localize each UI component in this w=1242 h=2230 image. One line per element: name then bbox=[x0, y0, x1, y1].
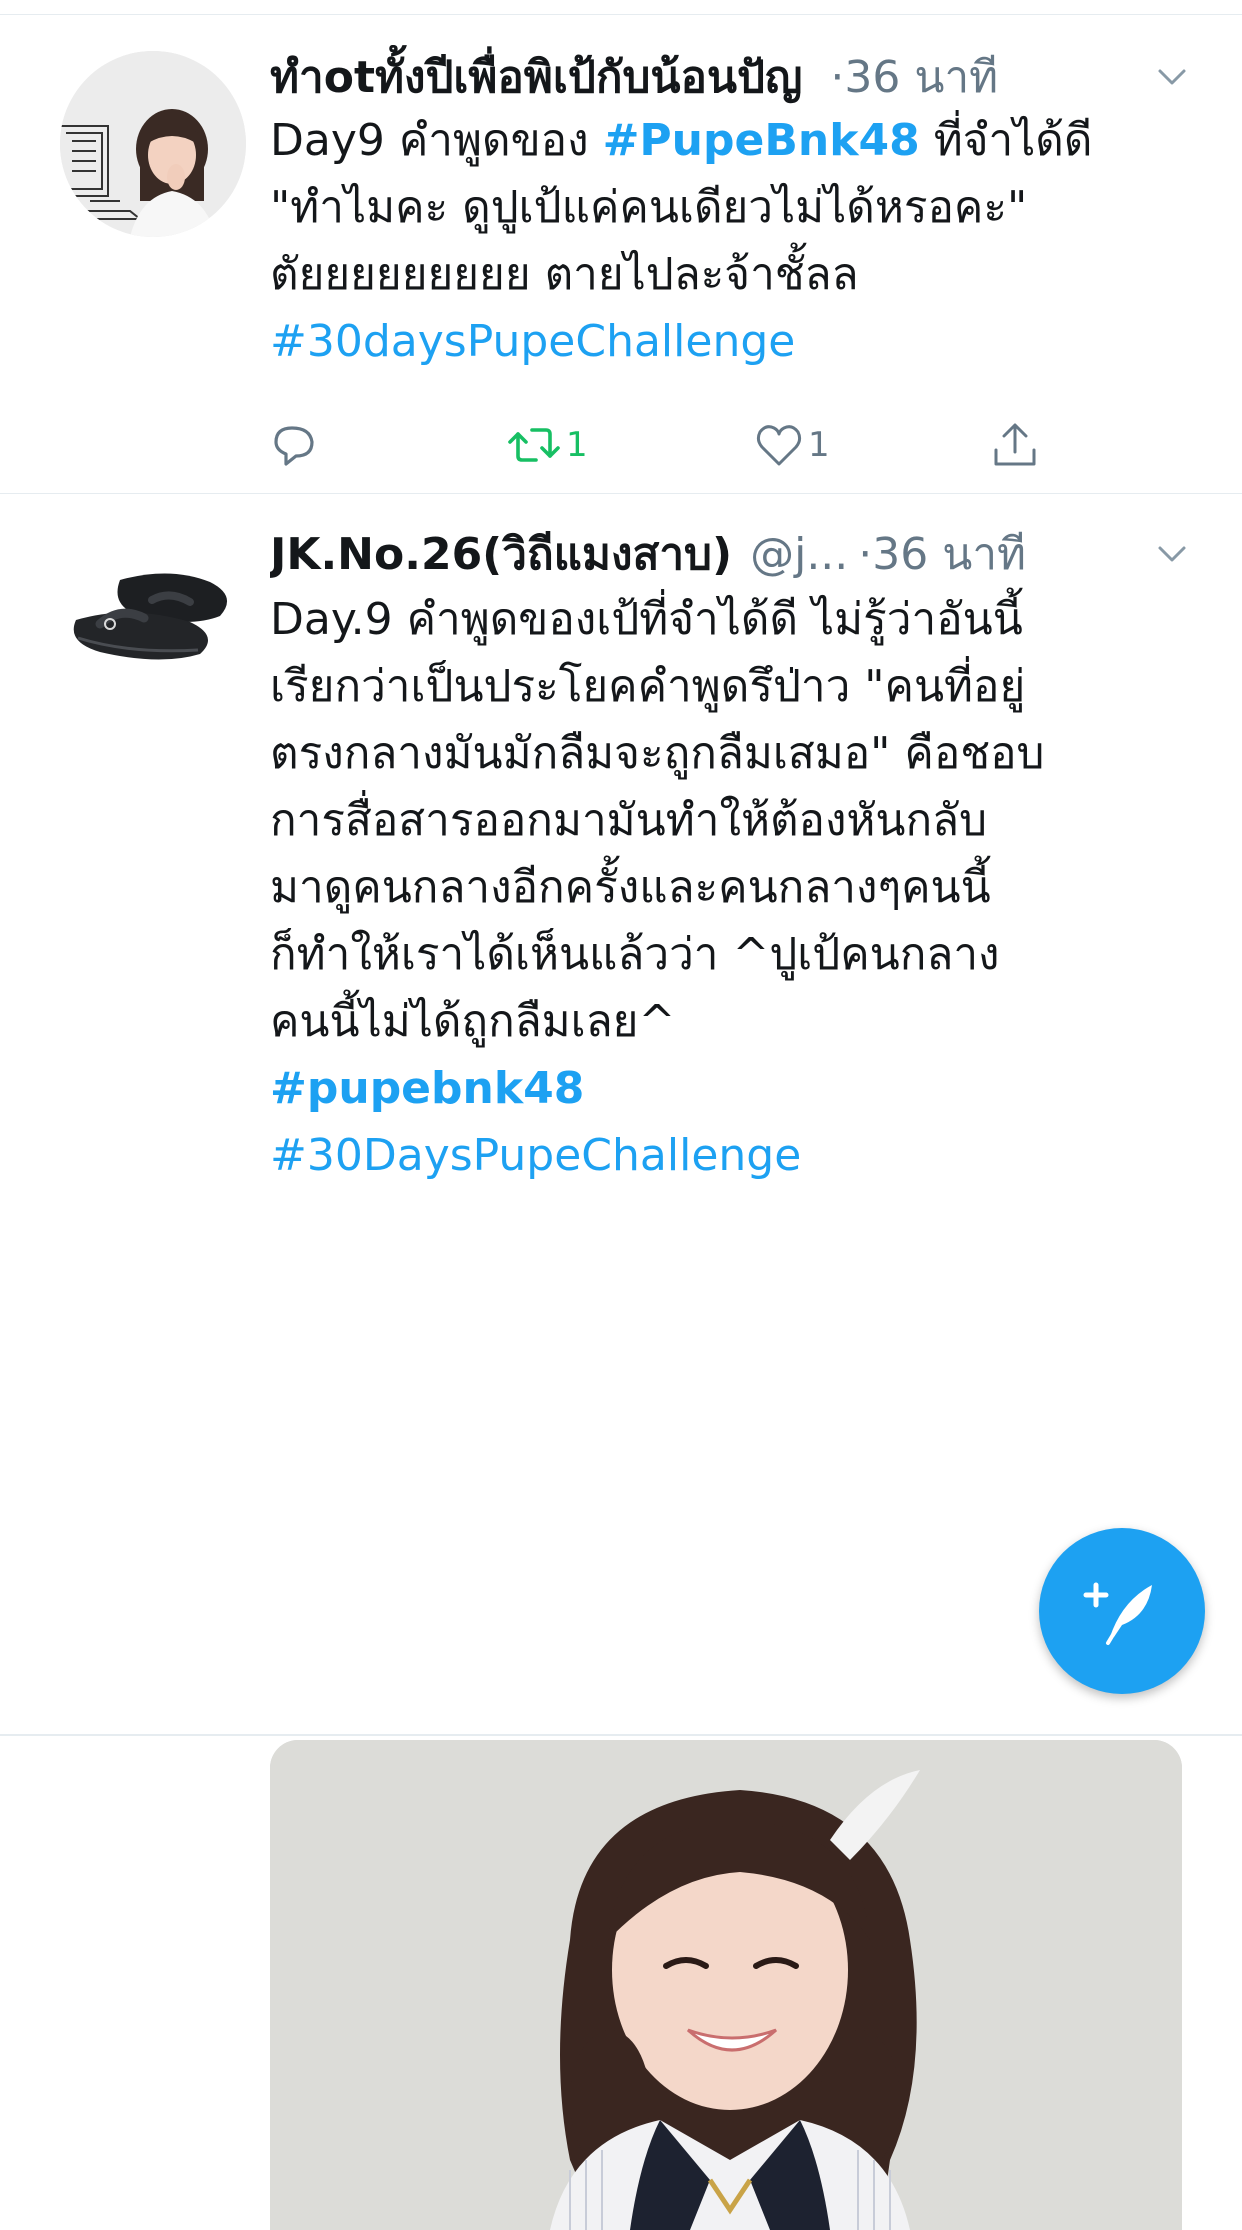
tweet-text-segment: มาดูคนกลางอีกครั้งและคนกลางๆคนนี้ bbox=[270, 862, 991, 913]
display-name[interactable]: JK.No.26(วิถีแมงสาบ) bbox=[270, 522, 732, 586]
avatar-image bbox=[60, 51, 246, 237]
tweet-text-line: "ทำไมคะ ดูปูเป้แค่คนเดียวไม่ได้หรอคะ" bbox=[270, 174, 1212, 241]
tweet-text: Day.9 คำพูดของเป้ที่จำได้ดี ไม่รู้ว่าอัน… bbox=[270, 586, 1212, 1189]
tweet-text-line: ตรงกลางมันมักลืมจะถูกลืมเสมอ" คือชอบ bbox=[270, 720, 1212, 787]
tweet-header: JK.No.26(วิถีแมงสาบ) @j... ·36 นาที bbox=[270, 522, 1202, 586]
tweet-header: ทำotทั้งปีเพื่อพิเป้กับน้อนปัญ ·36 นาที bbox=[270, 45, 1202, 109]
tweet-text-line: มาดูคนกลางอีกครั้งและคนกลางๆคนนี้ bbox=[270, 854, 1212, 921]
like-button[interactable]: 1 bbox=[754, 415, 830, 475]
share-button[interactable] bbox=[990, 415, 1040, 475]
avatar[interactable] bbox=[60, 520, 246, 706]
action-bar: 1 1 bbox=[270, 415, 1070, 475]
tweet-text-segment: Day9 คำพูดของ bbox=[270, 115, 603, 166]
compose-tweet-icon bbox=[1083, 1582, 1152, 1645]
tweet-text-segment: ตรงกลางมันมักลืมจะถูกลืมเสมอ" คือชอบ bbox=[270, 728, 1045, 779]
tweet-text-line: Day9 คำพูดของ #PupeBnk48 ที่จำได้ดี bbox=[270, 107, 1212, 174]
tweet-text-segment: ตัยยยยยยยยย ตายไปละจ้าชั้ลล bbox=[270, 249, 859, 300]
tweet-text: Day9 คำพูดของ #PupeBnk48 ที่จำได้ดี "ทำไม… bbox=[270, 107, 1212, 375]
tweet-text-line: Day.9 คำพูดของเป้ที่จำได้ดี ไม่รู้ว่าอัน… bbox=[270, 586, 1212, 653]
timestamp[interactable]: ·36 นาที bbox=[858, 522, 1026, 586]
tweet-text-line: #30DaysPupeChallenge bbox=[270, 1122, 1212, 1189]
tweet-card[interactable]: JK.No.26(วิถีแมงสาบ) @j... ·36 นาที Day.… bbox=[0, 494, 1242, 2230]
photo-image bbox=[270, 1740, 1182, 2230]
like-count: 1 bbox=[808, 425, 830, 465]
retweet-button[interactable]: 1 bbox=[506, 415, 588, 475]
hashtag-link[interactable]: #30daysPupeChallenge bbox=[270, 316, 795, 367]
tweet-card[interactable]: ทำotทั้งปีเพื่อพิเป้กับน้อนปัญ ·36 นาที … bbox=[0, 15, 1242, 494]
tweet-text-segment: ก็ทำให้เราได้เห็นแล้วว่า ^ปูเป้คนกลาง bbox=[270, 929, 1000, 980]
tweet-text-line: เรียกว่าเป็นประโยคคำพูดรึป่าว "คนที่อยู่ bbox=[270, 653, 1212, 720]
tweet-text-line: คนนี้ไม่ได้ถูกลืมเลย^ bbox=[270, 988, 1212, 1055]
share-icon bbox=[994, 423, 1036, 466]
retweet-icon bbox=[508, 428, 560, 462]
avatar[interactable] bbox=[60, 51, 246, 237]
hashtag-link[interactable]: #pupebnk48 bbox=[270, 1063, 584, 1114]
tweet-text-line: ก็ทำให้เราได้เห็นแล้วว่า ^ปูเป้คนกลาง bbox=[270, 921, 1212, 988]
retweet-count: 1 bbox=[566, 425, 588, 465]
reply-button[interactable] bbox=[270, 415, 324, 475]
tweet-text-segment: เรียกว่าเป็นประโยคคำพูดรึป่าว "คนที่อยู่ bbox=[270, 661, 1026, 712]
chevron-down-icon[interactable] bbox=[1152, 57, 1192, 97]
display-name[interactable]: ทำotทั้งปีเพื่อพิเป้กับน้อนปัญ bbox=[270, 45, 802, 109]
compose-tweet-button[interactable] bbox=[1039, 1528, 1205, 1694]
timestamp[interactable]: ·36 นาที bbox=[830, 45, 998, 109]
reply-icon bbox=[274, 426, 314, 466]
hashtag-link[interactable]: #PupeBnk48 bbox=[603, 115, 920, 166]
heart-icon bbox=[756, 425, 802, 466]
tweet-text-line: #pupebnk48 bbox=[270, 1055, 1212, 1122]
chevron-down-icon[interactable] bbox=[1152, 534, 1192, 574]
tweet-text-segment: การสื่อสารออกมามันทำให้ต้องหันกลับ bbox=[270, 795, 988, 846]
tweet-text-line: #30daysPupeChallenge bbox=[270, 308, 1212, 375]
avatar-image bbox=[60, 520, 246, 706]
tweet-text-segment: ที่จำได้ดี bbox=[919, 115, 1093, 166]
hashtag-link[interactable]: #30DaysPupeChallenge bbox=[270, 1130, 801, 1181]
tweet-text-segment: "ทำไมคะ ดูปูเป้แค่คนเดียวไม่ได้หรอคะ" bbox=[270, 182, 1028, 233]
tweet-text-line: การสื่อสารออกมามันทำให้ต้องหันกลับ bbox=[270, 787, 1212, 854]
tweet-text-segment: คนนี้ไม่ได้ถูกลืมเลย^ bbox=[270, 996, 676, 1047]
handle[interactable]: @j... bbox=[750, 529, 848, 580]
tweet-text-line: ตัยยยยยยยยย ตายไปละจ้าชั้ลล bbox=[270, 241, 1212, 308]
tweet-text-segment: Day.9 คำพูดของเป้ที่จำได้ดี ไม่รู้ว่าอัน… bbox=[270, 594, 1023, 645]
tweet-photo[interactable] bbox=[270, 1740, 1182, 2230]
